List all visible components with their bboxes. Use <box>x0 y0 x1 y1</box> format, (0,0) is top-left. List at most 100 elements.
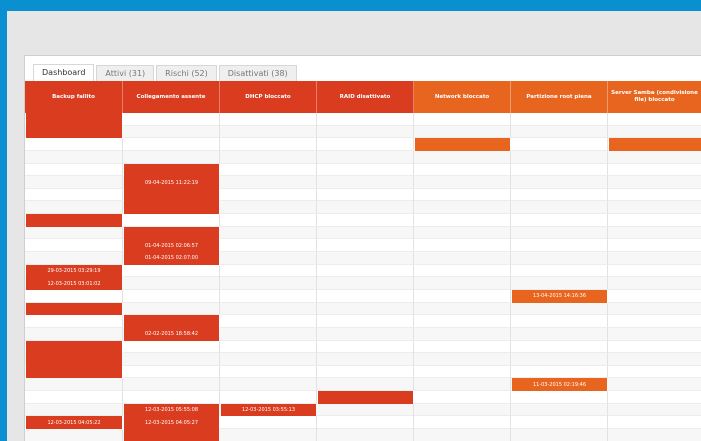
table-cell <box>317 340 414 354</box>
alert-timestamp[interactable]: 13-04-2015 14:16:36 <box>512 289 607 303</box>
alert-timestamp[interactable]: 01-04-2015 02:06:57 <box>124 239 219 253</box>
table-cell <box>511 327 608 341</box>
alert-marker[interactable] <box>609 138 701 151</box>
column-header[interactable]: Server Samba (condivisione file) bloccat… <box>608 81 701 113</box>
table-cell <box>511 416 608 430</box>
alert-marker[interactable] <box>124 188 219 202</box>
table-cell <box>317 214 414 227</box>
table-cell <box>220 138 317 151</box>
alert-timestamp[interactable]: 29-03-2015 03:29:19 <box>26 264 122 278</box>
table-row <box>25 353 701 366</box>
alert-timestamp[interactable]: 02-02-2015 18:58:42 <box>124 327 219 341</box>
column-header[interactable]: DHCP bloccato <box>220 81 317 113</box>
table-cell <box>414 176 511 189</box>
status-table-body: 09-04-2015 11:22:19 01-04-2015 02:06:57 01… <box>25 113 701 441</box>
table-cell <box>25 403 123 417</box>
table-cell: 01-04-2015 02:06:57 <box>123 239 220 253</box>
alert-marker[interactable] <box>26 340 122 354</box>
table-cell <box>414 252 511 265</box>
alert-marker[interactable] <box>26 113 122 126</box>
table-cell <box>123 315 220 328</box>
alert-marker[interactable] <box>26 302 122 316</box>
table-row <box>25 391 701 404</box>
table-cell <box>414 403 511 417</box>
alert-marker[interactable] <box>26 353 122 366</box>
table-row <box>25 150 701 164</box>
table-cell <box>220 214 317 227</box>
table-cell <box>317 138 414 151</box>
tab-attivi[interactable]: Attivi (31) <box>96 65 155 82</box>
table-cell <box>317 429 414 441</box>
table-cell <box>123 289 220 303</box>
table-cell <box>220 327 317 341</box>
alert-timestamp[interactable]: 09-04-2015 11:22:19 <box>124 176 219 189</box>
alert-marker[interactable] <box>26 125 122 139</box>
tab-dashboard[interactable]: Dashboard <box>33 64 95 82</box>
table-cell <box>25 113 123 126</box>
alert-timestamp[interactable]: 12-03-2015 04:05:22 <box>26 416 122 430</box>
column-header[interactable]: RAID disattivato <box>317 81 414 113</box>
column-header[interactable]: Partizione root piena <box>511 81 608 113</box>
table-cell <box>608 429 701 441</box>
table-cell <box>511 353 608 366</box>
table-cell <box>317 277 414 290</box>
alert-timestamp[interactable]: 12-03-2015 05:55:08 <box>124 403 219 417</box>
table-cell <box>511 113 608 126</box>
alert-timestamp[interactable]: 11-03-2015 02:19:46 <box>512 378 607 392</box>
column-header[interactable]: Backup fallito <box>25 81 123 113</box>
table-row <box>25 226 701 240</box>
table-cell <box>25 226 123 240</box>
table-row: 13-04-2015 14:16:36 <box>25 289 701 303</box>
table-cell <box>25 340 123 354</box>
table-cell <box>608 404 701 417</box>
table-cell <box>25 353 123 366</box>
table-cell <box>25 138 123 151</box>
table-cell <box>608 201 701 215</box>
table-cell <box>511 252 608 265</box>
alert-marker[interactable] <box>124 201 219 215</box>
table-row <box>25 365 701 379</box>
alert-marker[interactable] <box>124 429 219 441</box>
table-cell <box>25 125 123 139</box>
table-cell <box>220 239 317 253</box>
table-cell <box>608 164 701 177</box>
alert-marker[interactable] <box>124 315 219 328</box>
alert-timestamp[interactable]: 01-04-2015 02:07:00 <box>124 252 219 265</box>
alert-marker[interactable] <box>318 391 413 404</box>
table-row <box>25 113 701 126</box>
tab-rischi[interactable]: Rischi (52) <box>156 65 217 82</box>
alert-marker[interactable] <box>415 138 510 151</box>
table-cell <box>123 378 220 392</box>
table-cell <box>317 302 414 316</box>
table-cell <box>317 353 414 366</box>
table-cell <box>608 227 701 240</box>
column-header[interactable]: Collegamento assente <box>123 81 220 113</box>
table-cell <box>414 365 511 379</box>
table-cell <box>608 113 701 126</box>
alert-marker[interactable] <box>26 365 122 379</box>
table-cell <box>608 138 701 151</box>
alert-marker[interactable] <box>26 214 122 227</box>
alert-marker[interactable] <box>124 226 219 240</box>
table-cell <box>25 163 123 177</box>
tab-disattivati[interactable]: Disattivati (38) <box>218 65 297 82</box>
alert-timestamp[interactable]: 12-03-2015 04:05:27 <box>124 416 219 430</box>
table-cell <box>25 201 123 215</box>
table-cell <box>317 416 414 430</box>
table-cell <box>414 391 511 404</box>
alert-timestamp[interactable]: 12-03-2015 03:01:02 <box>26 277 122 290</box>
table-cell <box>511 429 608 441</box>
table-cell <box>608 176 701 189</box>
table-cell <box>511 264 608 278</box>
column-header[interactable]: Network bloccato <box>414 81 511 113</box>
table-cell <box>317 391 414 404</box>
table-row: 12-03-2015 03:01:02 <box>25 277 701 290</box>
table-cell <box>123 365 220 379</box>
table-cell <box>220 113 317 126</box>
table-cell <box>608 265 701 278</box>
alert-timestamp[interactable]: 12-03-2015 03:55:13 <box>221 403 316 417</box>
table-cell <box>511 201 608 215</box>
alert-marker[interactable] <box>124 163 219 177</box>
table-cell <box>220 365 317 379</box>
table-cell <box>220 302 317 316</box>
